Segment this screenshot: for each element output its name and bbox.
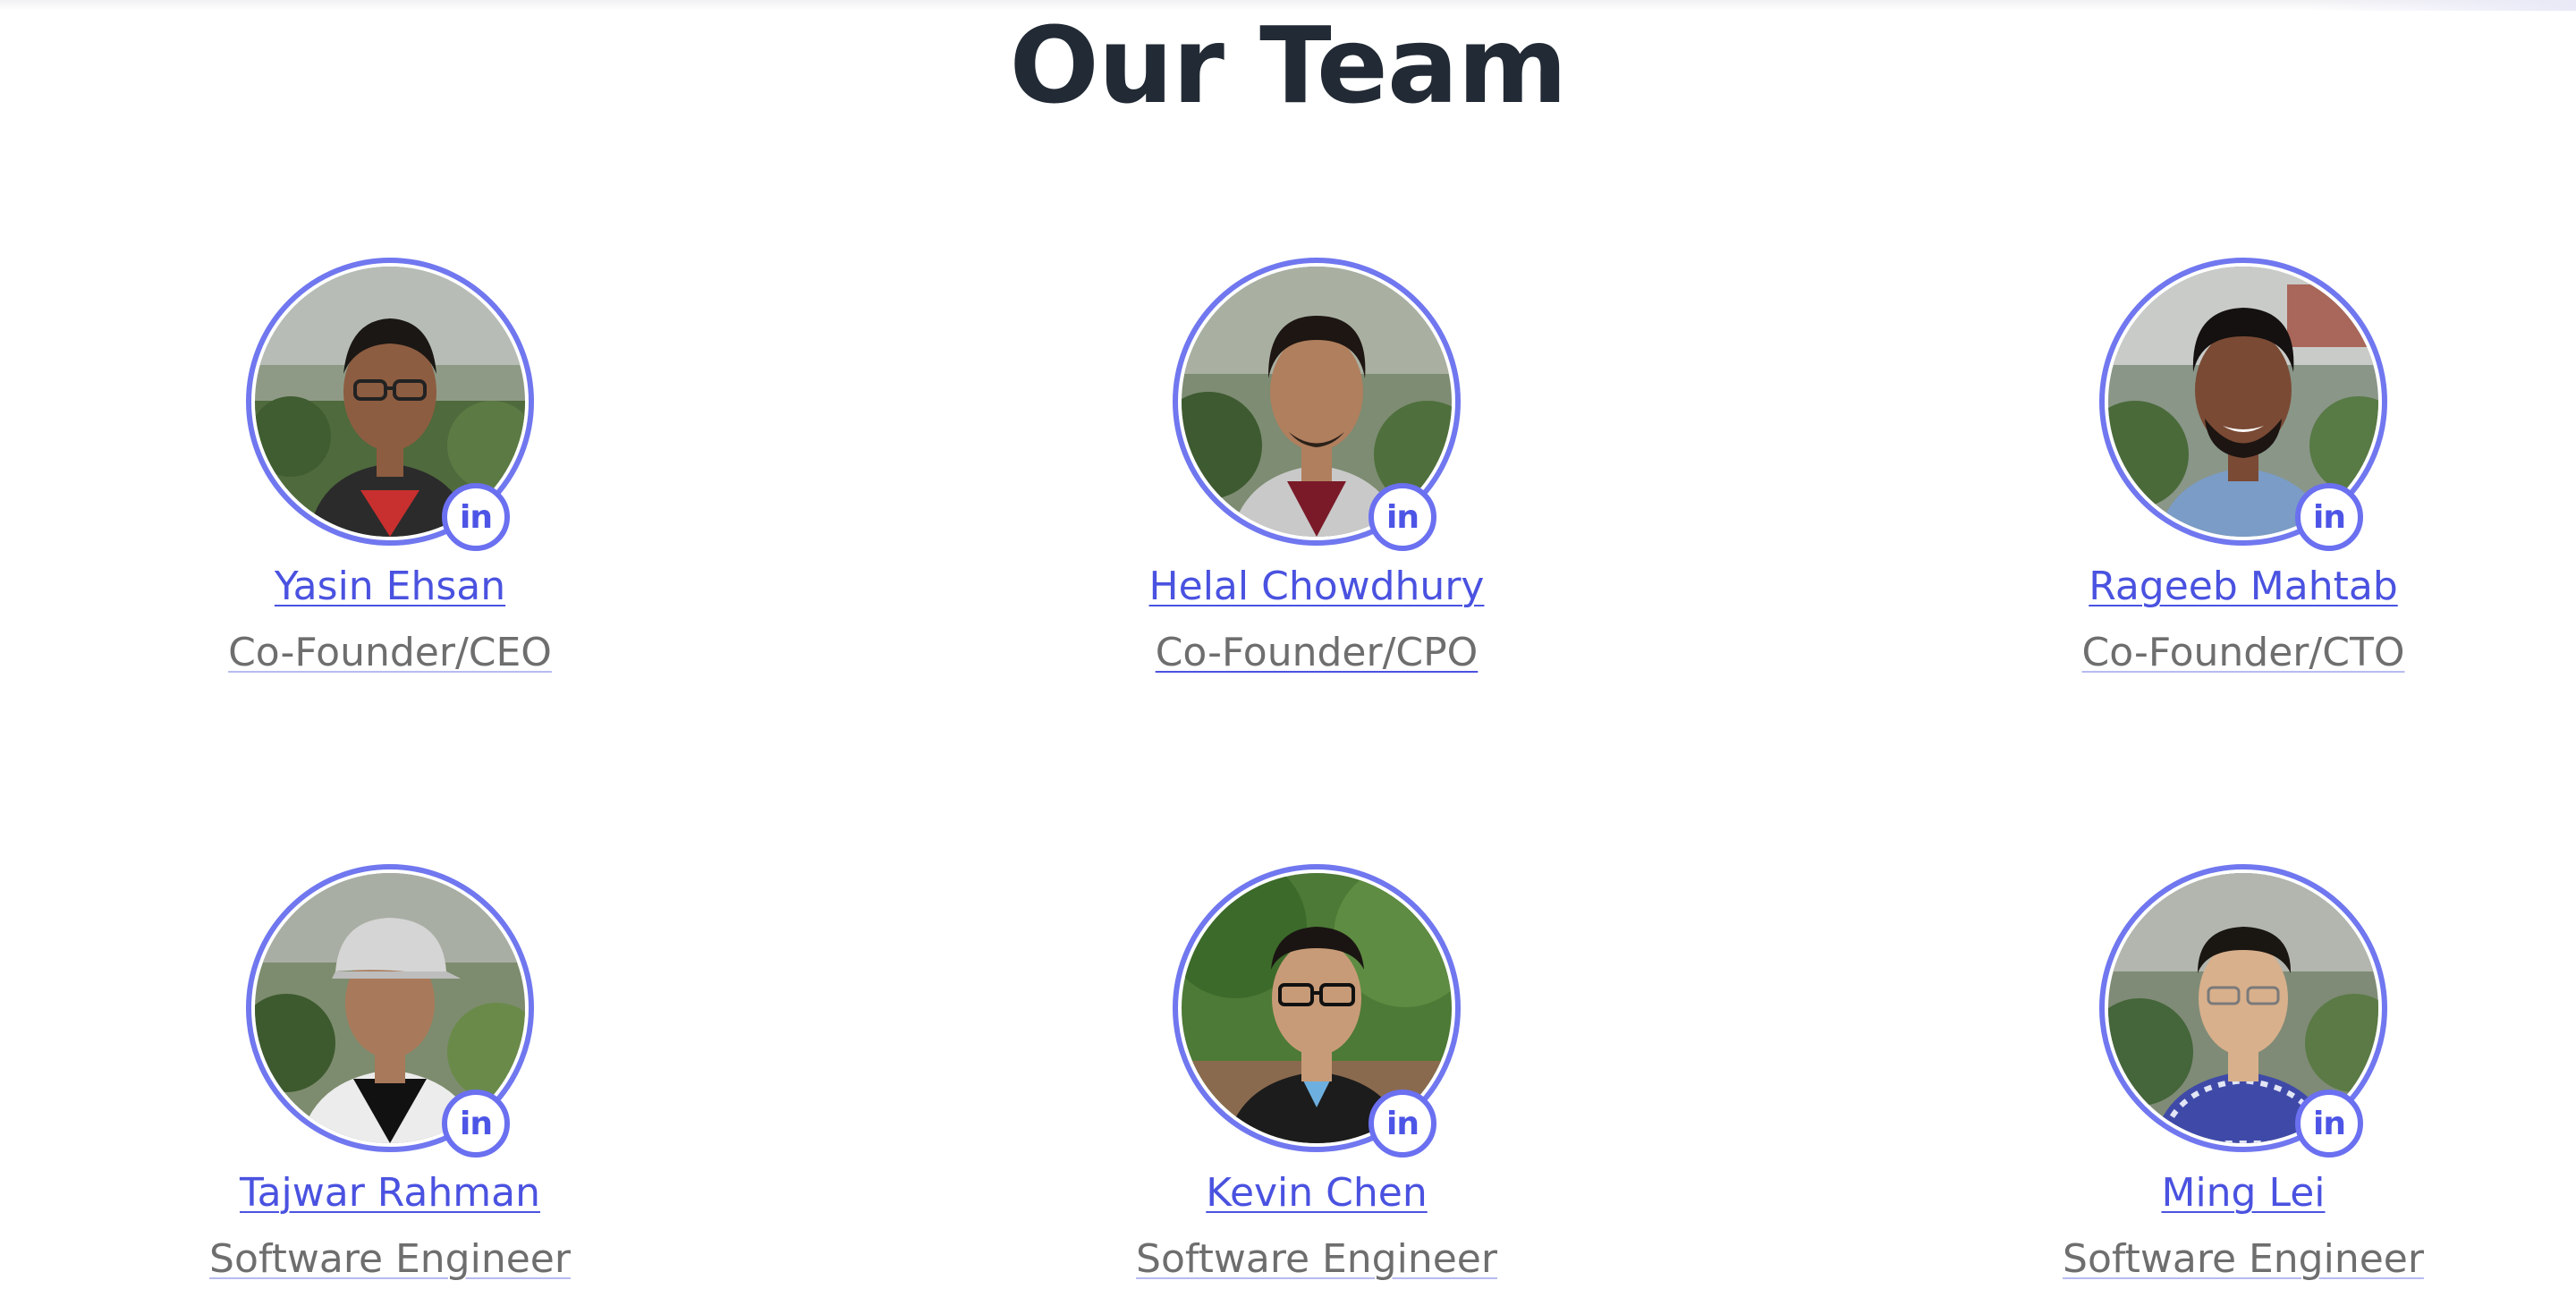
team-card-yasin: in Yasin Ehsan Co-Founder/CEO: [77, 258, 703, 705]
member-name-link[interactable]: Yasin Ehsan: [77, 562, 703, 612]
linkedin-icon[interactable]: in: [1368, 483, 1436, 551]
page-title: Our Team: [1009, 4, 1567, 127]
member-role[interactable]: Software Engineer: [77, 1234, 703, 1285]
member-name-link[interactable]: Tajwar Rahman: [77, 1168, 703, 1218]
member-role[interactable]: Software Engineer: [1004, 1234, 1630, 1285]
linkedin-icon[interactable]: in: [442, 1090, 510, 1158]
team-card-helal: in Helal Chowdhury Co-Founder/CPO: [1004, 258, 1630, 705]
member-role[interactable]: Software Engineer: [1930, 1234, 2556, 1285]
member-name-link[interactable]: Helal Chowdhury: [1004, 562, 1630, 612]
linkedin-icon[interactable]: in: [1368, 1090, 1436, 1158]
team-card-ming: in Ming Lei Software Engineer: [1930, 864, 2556, 1306]
linkedin-icon[interactable]: in: [2295, 1090, 2363, 1158]
member-role[interactable]: Co-Founder/CEO: [77, 628, 703, 678]
member-name-link[interactable]: Ming Lei: [1930, 1168, 2556, 1218]
team-card-kevin: in Kevin Chen Software Engineer: [1004, 864, 1630, 1306]
member-name-link[interactable]: Kevin Chen: [1004, 1168, 1630, 1218]
team-card-tajwar: in Tajwar Rahman Software Engineer: [77, 864, 703, 1306]
linkedin-icon[interactable]: in: [2295, 483, 2363, 551]
member-role[interactable]: Co-Founder/CPO: [1004, 628, 1630, 678]
member-role[interactable]: Co-Founder/CTO: [1930, 628, 2556, 678]
team-page: Our Team in Yasin Ehsan Co-Founder/CEO i…: [0, 0, 2576, 1306]
linkedin-icon[interactable]: in: [442, 483, 510, 551]
team-card-rageeb: in Rageeb Mahtab Co-Founder/CTO: [1930, 258, 2556, 705]
member-name-link[interactable]: Rageeb Mahtab: [1930, 562, 2556, 612]
